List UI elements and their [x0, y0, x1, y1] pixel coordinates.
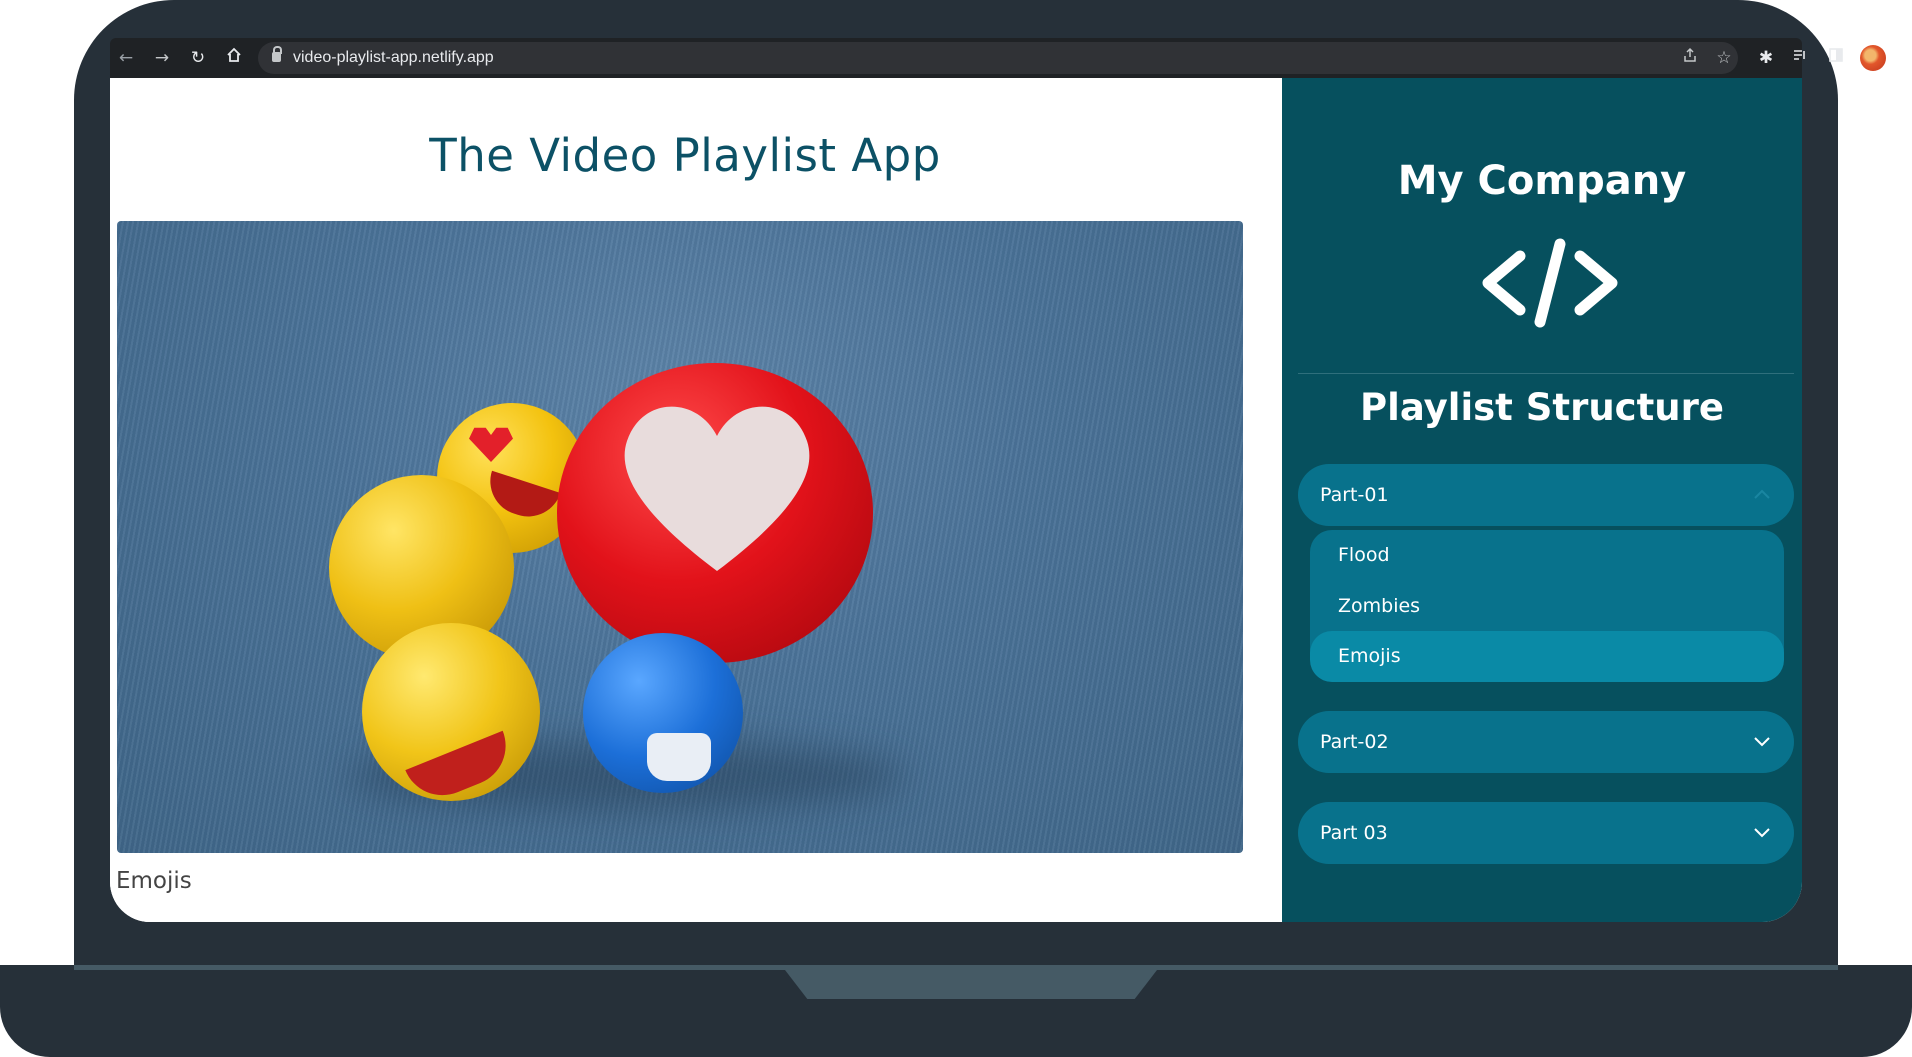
- video-item-label: Emojis: [1338, 645, 1401, 667]
- back-icon[interactable]: ←: [114, 46, 138, 70]
- video-caption: Emojis: [116, 868, 192, 894]
- star-icon[interactable]: ☆: [1712, 46, 1736, 70]
- thumbs-up-icon: [647, 733, 711, 781]
- forward-icon[interactable]: →: [150, 46, 174, 70]
- part-label: Part-02: [1320, 731, 1389, 753]
- chevron-up-icon: [1754, 489, 1770, 499]
- part-02-header[interactable]: Part-02: [1298, 711, 1794, 773]
- video-item-emojis[interactable]: Emojis: [1310, 631, 1784, 682]
- video-player[interactable]: [117, 221, 1243, 853]
- chevron-down-icon: [1754, 828, 1770, 838]
- sidebar: My Company Playlist Structure Part-01 Fl…: [1282, 78, 1802, 922]
- company-name: My Company: [1397, 158, 1687, 204]
- home-icon[interactable]: [222, 46, 246, 70]
- app-screen: The Video Playlist App Emojis My Company: [110, 78, 1802, 922]
- url-text[interactable]: video-playlist-app.netlify.app: [293, 42, 494, 74]
- video-item-zombies[interactable]: Zombies: [1310, 581, 1784, 632]
- part-01-video-list: Flood Zombies Emojis: [1310, 530, 1784, 682]
- laptop-base-edge: [74, 965, 1838, 970]
- part-label: Part-01: [1320, 484, 1389, 506]
- extensions-icon[interactable]: ✱: [1754, 46, 1778, 70]
- main-content: The Video Playlist App Emojis: [110, 78, 1260, 922]
- video-item-label: Flood: [1338, 544, 1390, 566]
- reload-icon[interactable]: ↻: [186, 46, 210, 70]
- media-icon[interactable]: [1788, 46, 1812, 70]
- page-title: The Video Playlist App: [429, 129, 941, 182]
- browser-toolbar: ← → ↻ video-playlist-app.netlify.app ☆ ✱: [110, 38, 1886, 78]
- profile-avatar[interactable]: [1860, 45, 1886, 71]
- sidebar-divider: [1298, 373, 1794, 374]
- address-bar[interactable]: video-playlist-app.netlify.app ☆: [258, 42, 1738, 74]
- part-label: Part 03: [1320, 822, 1388, 844]
- code-brackets-icon: [1482, 238, 1618, 328]
- part-03-header[interactable]: Part 03: [1298, 802, 1794, 864]
- sidepanel-icon[interactable]: [1824, 46, 1848, 70]
- video-item-label: Zombies: [1338, 595, 1421, 617]
- chevron-down-icon: [1754, 737, 1770, 747]
- share-icon[interactable]: [1678, 46, 1702, 70]
- video-item-flood[interactable]: Flood: [1310, 530, 1784, 581]
- part-01-header[interactable]: Part-01: [1298, 464, 1794, 526]
- playlist-structure-title: Playlist Structure: [1360, 386, 1724, 429]
- lock-icon: [272, 46, 282, 62]
- laptop-notch: [785, 970, 1157, 999]
